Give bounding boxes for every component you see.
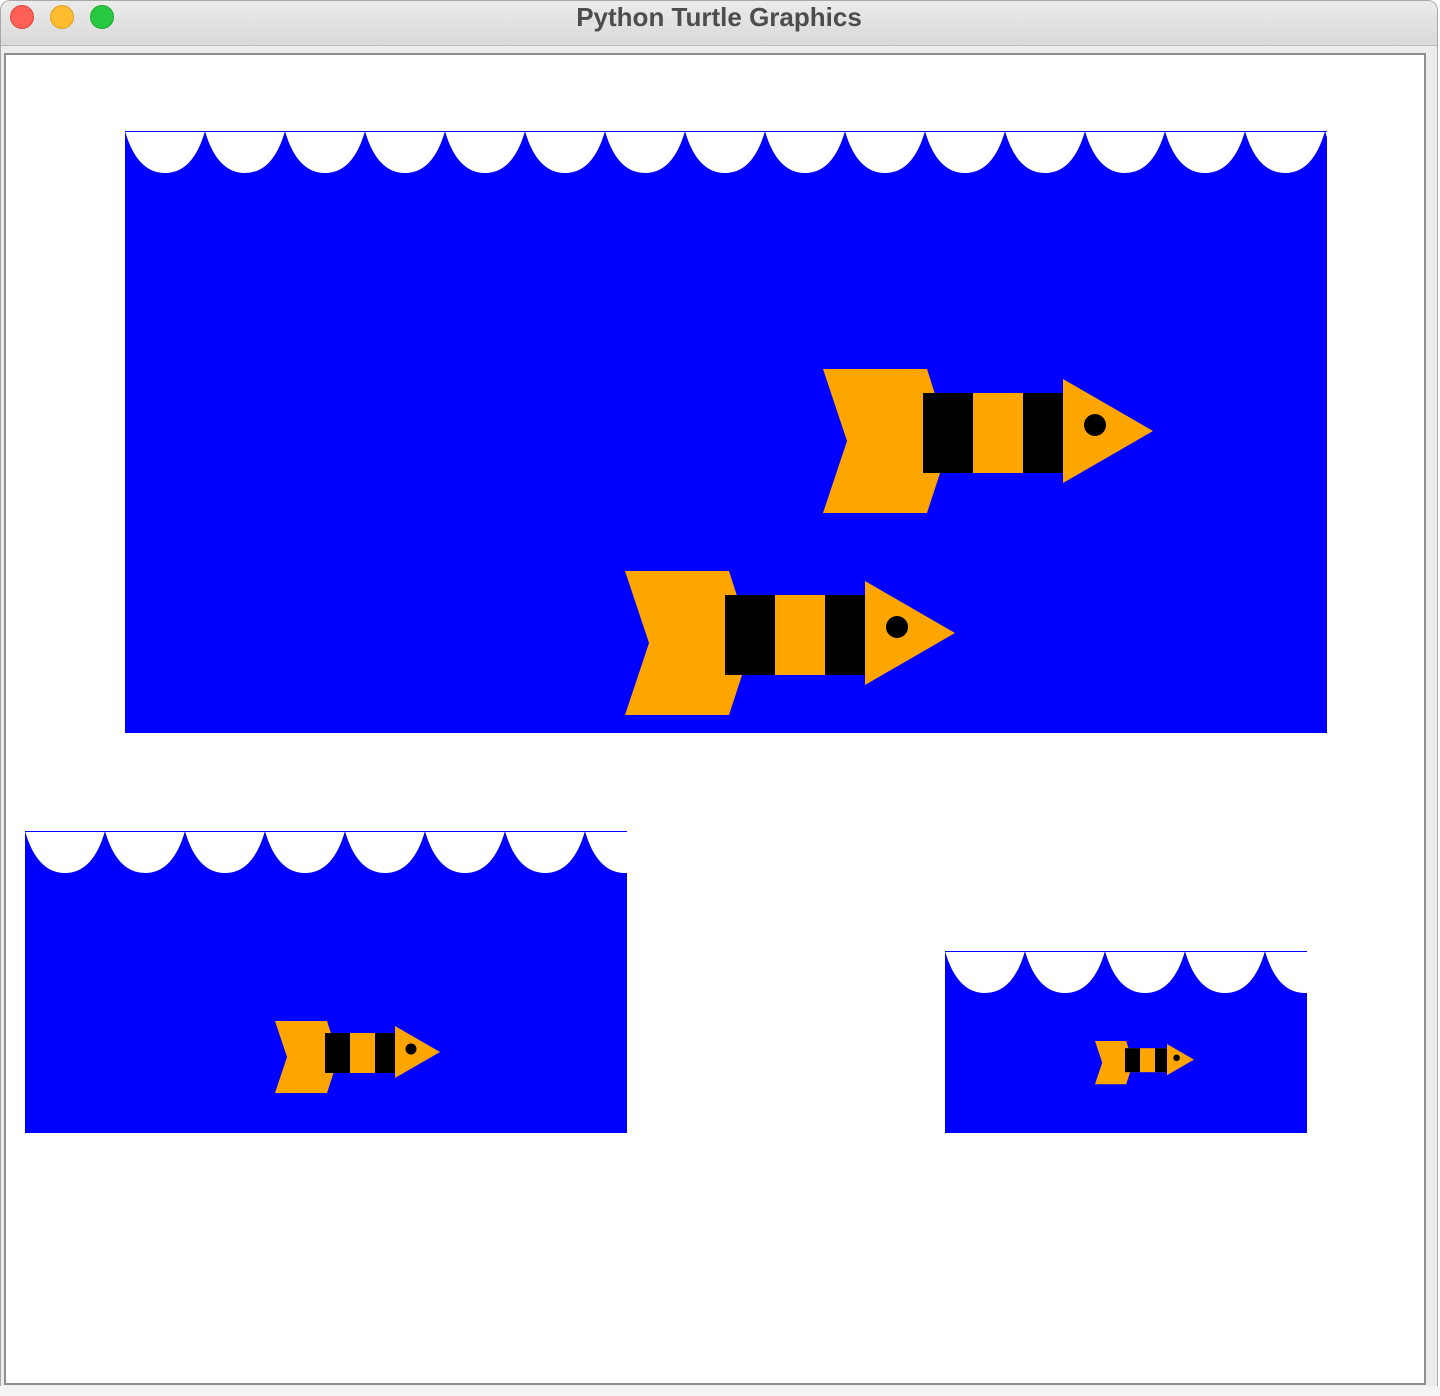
fish-eye <box>886 616 908 638</box>
wave <box>1325 131 1327 138</box>
medium-aquarium <box>25 831 627 1133</box>
turtle-canvas[interactable] <box>6 55 1424 1383</box>
fish-stripe <box>923 393 973 473</box>
turtle-canvas-frame <box>4 53 1426 1385</box>
fish-stripe <box>375 1033 395 1073</box>
fish-stripe <box>1125 1048 1140 1073</box>
fish-stripe <box>825 595 865 675</box>
large-aquarium <box>125 131 1327 733</box>
small-aquarium <box>945 951 1307 1133</box>
fish-stripe <box>1155 1048 1167 1073</box>
fish-eye <box>1173 1054 1180 1062</box>
turtle-window: Python Turtle Graphics <box>0 0 1438 1396</box>
fish-eye <box>1084 414 1106 436</box>
fish-stripe <box>725 595 775 675</box>
fish-eye <box>405 1043 417 1055</box>
titlebar[interactable]: Python Turtle Graphics <box>1 1 1437 46</box>
fish-stripe <box>1023 393 1063 473</box>
fish-stripe <box>325 1033 350 1073</box>
window-title: Python Turtle Graphics <box>576 2 862 32</box>
window-bottom-edge <box>0 1386 1440 1396</box>
